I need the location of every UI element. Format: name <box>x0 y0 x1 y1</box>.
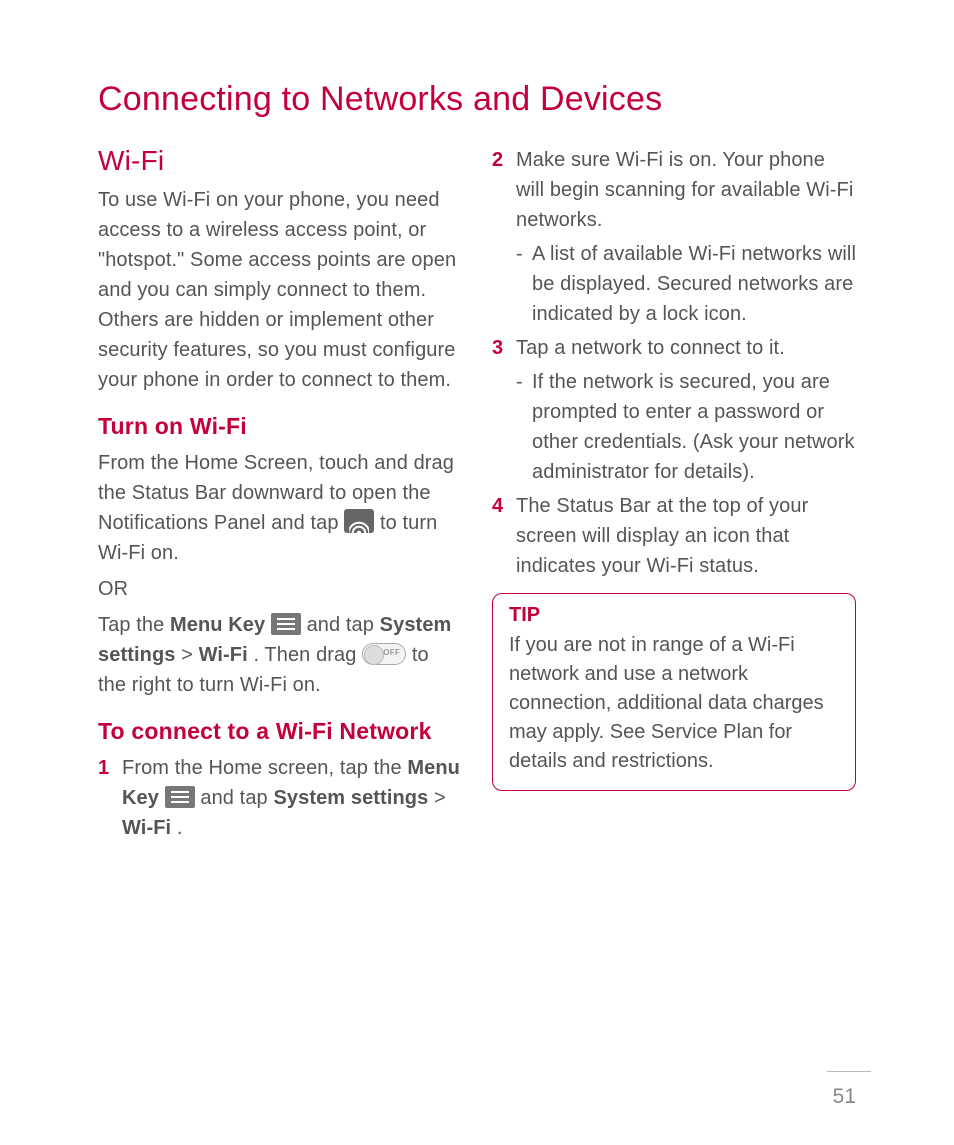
step-2: 2 Make sure Wi-Fi is on. Your phone will… <box>492 145 856 235</box>
step-4: 4 The Status Bar at the top of your scre… <box>492 491 856 581</box>
sub-body: If the network is secured, you are promp… <box>532 367 856 487</box>
sub-body: A list of available Wi-Fi networks will … <box>532 239 856 329</box>
step-3: 3 Tap a network to connect to it. <box>492 333 856 363</box>
step-2-sub: - A list of available Wi-Fi networks wil… <box>492 239 856 329</box>
text: . Then drag <box>253 644 362 666</box>
tip-box: TIP If you are not in range of a Wi-Fi n… <box>492 593 856 791</box>
turn-on-paragraph-1: From the Home Screen, touch and drag the… <box>98 448 462 568</box>
text: From the Home screen, tap the <box>122 757 407 779</box>
menu-icon <box>271 613 301 635</box>
toggle-off-icon <box>362 643 406 665</box>
or-text: OR <box>98 574 462 604</box>
wifi-icon <box>344 509 374 533</box>
dash: - <box>516 239 532 329</box>
tip-label: TIP <box>509 604 839 627</box>
left-column: Wi-Fi To use Wi-Fi on your phone, you ne… <box>98 145 462 847</box>
subheading-connect-wifi: To connect to a Wi-Fi Network <box>98 718 462 745</box>
dash: - <box>516 367 532 487</box>
right-column: 2 Make sure Wi-Fi is on. Your phone will… <box>492 145 856 847</box>
step-1: 1 From the Home screen, tap the Menu Key… <box>98 753 462 843</box>
page-number: 51 <box>833 1085 856 1109</box>
step-number: 3 <box>492 333 516 363</box>
text: and tap <box>307 614 380 636</box>
text: > <box>434 787 446 809</box>
step-body: Make sure Wi-Fi is on. Your phone will b… <box>516 145 856 235</box>
step-3-sub: - If the network is secured, you are pro… <box>492 367 856 487</box>
wifi-label: Wi-Fi <box>199 644 248 666</box>
step-number: 1 <box>98 753 122 843</box>
turn-on-paragraph-2: Tap the Menu Key and tap System settings… <box>98 610 462 700</box>
step-body: The Status Bar at the top of your screen… <box>516 491 856 581</box>
text: . <box>177 817 183 839</box>
system-settings-label: System settings <box>273 787 428 809</box>
text: and tap <box>200 787 273 809</box>
wifi-label: Wi-Fi <box>122 817 171 839</box>
content-columns: Wi-Fi To use Wi-Fi on your phone, you ne… <box>98 145 856 847</box>
section-heading-wifi: Wi-Fi <box>98 145 462 177</box>
step-number: 4 <box>492 491 516 581</box>
text: Tap the <box>98 614 170 636</box>
wifi-intro-text: To use Wi-Fi on your phone, you need acc… <box>98 185 462 395</box>
text: > <box>181 644 198 666</box>
menu-icon <box>165 786 195 808</box>
menu-key-label: Menu Key <box>170 614 265 636</box>
subheading-turn-on-wifi: Turn on Wi-Fi <box>98 413 462 440</box>
page-title: Connecting to Networks and Devices <box>98 80 856 119</box>
tip-body: If you are not in range of a Wi-Fi netwo… <box>509 631 839 776</box>
step-number: 2 <box>492 145 516 235</box>
step-body: From the Home screen, tap the Menu Key a… <box>122 753 462 843</box>
step-body: Tap a network to connect to it. <box>516 333 785 363</box>
